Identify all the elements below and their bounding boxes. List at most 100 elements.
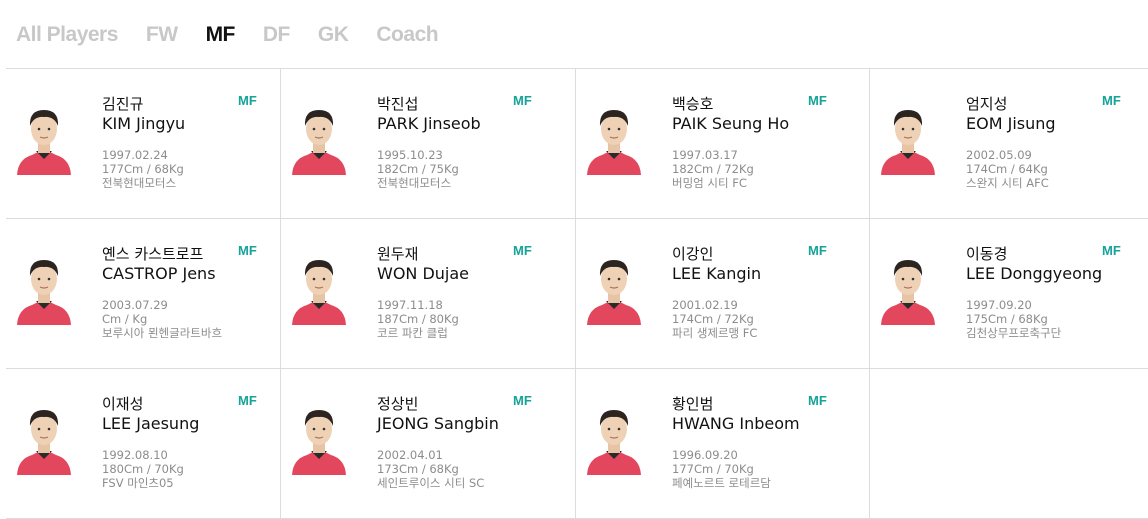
player-height-weight: 175Cm / 68Kg: [966, 312, 1048, 326]
player-info: 김진규 KIM Jingyu 1997.02.24 177Cm / 68Kg 전…: [102, 94, 185, 190]
player-card[interactable]: 황인범 HWANG Inbeom 1996.09.20 177Cm / 70Kg…: [576, 369, 870, 519]
player-club: 페예노르트 로테르담: [672, 476, 771, 490]
player-club: 파리 생제르맹 FC: [672, 326, 758, 340]
position-tabs: All Players FW MF DF GK Coach: [16, 18, 466, 52]
player-club: 전북현대모터스: [377, 176, 452, 190]
player-club: 세인트루이스 시티 SC: [377, 476, 485, 490]
player-height-weight: 174Cm / 72Kg: [672, 312, 754, 326]
player-photo: [881, 260, 935, 325]
player-info: 이강인 LEE Kangin 2001.02.19 174Cm / 72Kg 파…: [672, 244, 761, 340]
player-birthdate: 2001.02.19: [672, 298, 738, 312]
player-info: 엄지성 EOM Jisung 2002.05.09 174Cm / 64Kg 스…: [966, 94, 1056, 190]
position-badge: MF: [1102, 93, 1121, 108]
player-card[interactable]: 원두재 WON Dujae 1997.11.18 187Cm / 80Kg 코르…: [281, 219, 576, 369]
player-birthdate: 2003.07.29: [102, 298, 168, 312]
player-meta: 1996.09.20 177Cm / 70Kg 페예노르트 로테르담: [672, 448, 800, 490]
player-name-en: LEE Kangin: [672, 264, 762, 283]
player-card[interactable]: 박진섭 PARK Jinseob 1995.10.23 182Cm / 75Kg…: [281, 69, 576, 219]
player-card[interactable]: 엄지성 EOM Jisung 2002.05.09 174Cm / 64Kg 스…: [870, 69, 1148, 219]
player-club: 코르 파칸 클럽: [377, 326, 448, 340]
player-birthdate: 2002.04.01: [377, 448, 443, 462]
player-height-weight: 173Cm / 68Kg: [377, 462, 459, 476]
player-height-weight: 182Cm / 72Kg: [672, 162, 754, 176]
player-info: 이동경 LEE Donggyeong 1997.09.20 175Cm / 68…: [966, 244, 1102, 340]
position-badge: MF: [808, 393, 827, 408]
player-birthdate: 1992.08.10: [102, 448, 168, 462]
player-name-en: PAIK Seung Ho: [672, 114, 790, 133]
player-birthdate: 2002.05.09: [966, 148, 1032, 162]
tab-gk[interactable]: GK: [318, 23, 349, 47]
position-badge: MF: [1102, 243, 1121, 258]
player-meta: 2001.02.19 174Cm / 72Kg 파리 생제르맹 FC: [672, 298, 761, 340]
player-club: 김천상무프로축구단: [966, 326, 1062, 340]
player-height-weight: 177Cm / 70Kg: [672, 462, 754, 476]
position-badge: MF: [238, 93, 257, 108]
position-badge: MF: [513, 393, 532, 408]
player-meta: 1997.09.20 175Cm / 68Kg 김천상무프로축구단: [966, 298, 1102, 340]
player-height-weight: 182Cm / 75Kg: [377, 162, 459, 176]
player-photo: [292, 410, 346, 475]
player-height-weight: 177Cm / 68Kg: [102, 162, 184, 176]
player-name-kr: 박진섭: [377, 95, 419, 113]
player-meta: 1992.08.10 180Cm / 70Kg FSV 마인츠05: [102, 448, 199, 490]
player-card[interactable]: 정상빈 JEONG Sangbin 2002.04.01 173Cm / 68K…: [281, 369, 576, 519]
player-birthdate: 1995.10.23: [377, 148, 443, 162]
player-birthdate: 1997.09.20: [966, 298, 1032, 312]
player-name-kr: 이강인: [672, 245, 714, 263]
player-meta: 1997.03.17 182Cm / 72Kg 버밍엄 시티 FC: [672, 148, 789, 190]
player-info: 이재성 LEE Jaesung 1992.08.10 180Cm / 70Kg …: [102, 394, 199, 490]
player-name-en: JEONG Sangbin: [377, 414, 499, 433]
player-height-weight: 174Cm / 64Kg: [966, 162, 1048, 176]
player-info: 원두재 WON Dujae 1997.11.18 187Cm / 80Kg 코르…: [377, 244, 469, 340]
player-meta: 1997.11.18 187Cm / 80Kg 코르 파칸 클럽: [377, 298, 469, 340]
position-badge: MF: [238, 393, 257, 408]
tab-df[interactable]: DF: [263, 23, 291, 47]
player-card[interactable]: 김진규 KIM Jingyu 1997.02.24 177Cm / 68Kg 전…: [6, 69, 281, 219]
player-info: 옌스 카스트로프 CASTROP Jens 2003.07.29 Cm / Kg…: [102, 244, 222, 340]
player-name-kr: 김진규: [102, 95, 144, 113]
player-photo: [587, 260, 641, 325]
player-birthdate: 1997.02.24: [102, 148, 168, 162]
player-info: 황인범 HWANG Inbeom 1996.09.20 177Cm / 70Kg…: [672, 394, 800, 490]
player-name-en: HWANG Inbeom: [672, 414, 800, 433]
position-badge: MF: [513, 93, 532, 108]
tab-mf[interactable]: MF: [206, 23, 236, 47]
player-name-en: KIM Jingyu: [102, 114, 186, 133]
player-card[interactable]: 백승호 PAIK Seung Ho 1997.03.17 182Cm / 72K…: [576, 69, 870, 219]
player-height-weight: 187Cm / 80Kg: [377, 312, 459, 326]
player-club: 스완지 시티 AFC: [966, 176, 1049, 190]
player-card[interactable]: 이강인 LEE Kangin 2001.02.19 174Cm / 72Kg 파…: [576, 219, 870, 369]
player-card[interactable]: 이재성 LEE Jaesung 1992.08.10 180Cm / 70Kg …: [6, 369, 281, 519]
player-photo: [292, 110, 346, 175]
player-photo: [17, 110, 71, 175]
player-meta: 2003.07.29 Cm / Kg 보루시아 묀헨글라트바흐: [102, 298, 222, 340]
tab-all-players[interactable]: All Players: [16, 23, 118, 47]
player-club: FSV 마인츠05: [102, 476, 174, 490]
player-name-en: CASTROP Jens: [102, 264, 216, 283]
player-name-en: EOM Jisung: [966, 114, 1056, 133]
player-info: 박진섭 PARK Jinseob 1995.10.23 182Cm / 75Kg…: [377, 94, 481, 190]
player-photo: [587, 410, 641, 475]
player-birthdate: 1997.11.18: [377, 298, 443, 312]
player-meta: 2002.04.01 173Cm / 68Kg 세인트루이스 시티 SC: [377, 448, 499, 490]
tab-fw[interactable]: FW: [146, 23, 178, 47]
player-birthdate: 1997.03.17: [672, 148, 738, 162]
player-card[interactable]: 옌스 카스트로프 CASTROP Jens 2003.07.29 Cm / Kg…: [6, 219, 281, 369]
player-height-weight: Cm / Kg: [102, 312, 148, 326]
player-info: 정상빈 JEONG Sangbin 2002.04.01 173Cm / 68K…: [377, 394, 499, 490]
position-badge: MF: [238, 243, 257, 258]
position-badge: MF: [808, 93, 827, 108]
player-club: 전북현대모터스: [102, 176, 177, 190]
player-photo: [587, 110, 641, 175]
player-club: 버밍엄 시티 FC: [672, 176, 747, 190]
player-name-kr: 엄지성: [966, 95, 1008, 113]
player-card[interactable]: 이동경 LEE Donggyeong 1997.09.20 175Cm / 68…: [870, 219, 1148, 369]
player-grid: 김진규 KIM Jingyu 1997.02.24 177Cm / 68Kg 전…: [6, 68, 1148, 519]
empty-cell: [870, 369, 1148, 519]
player-name-kr: 옌스 카스트로프: [102, 245, 204, 263]
tab-coach[interactable]: Coach: [376, 23, 438, 47]
player-photo: [881, 110, 935, 175]
position-badge: MF: [513, 243, 532, 258]
player-name-kr: 황인범: [672, 395, 714, 413]
player-name-kr: 백승호: [672, 95, 714, 113]
